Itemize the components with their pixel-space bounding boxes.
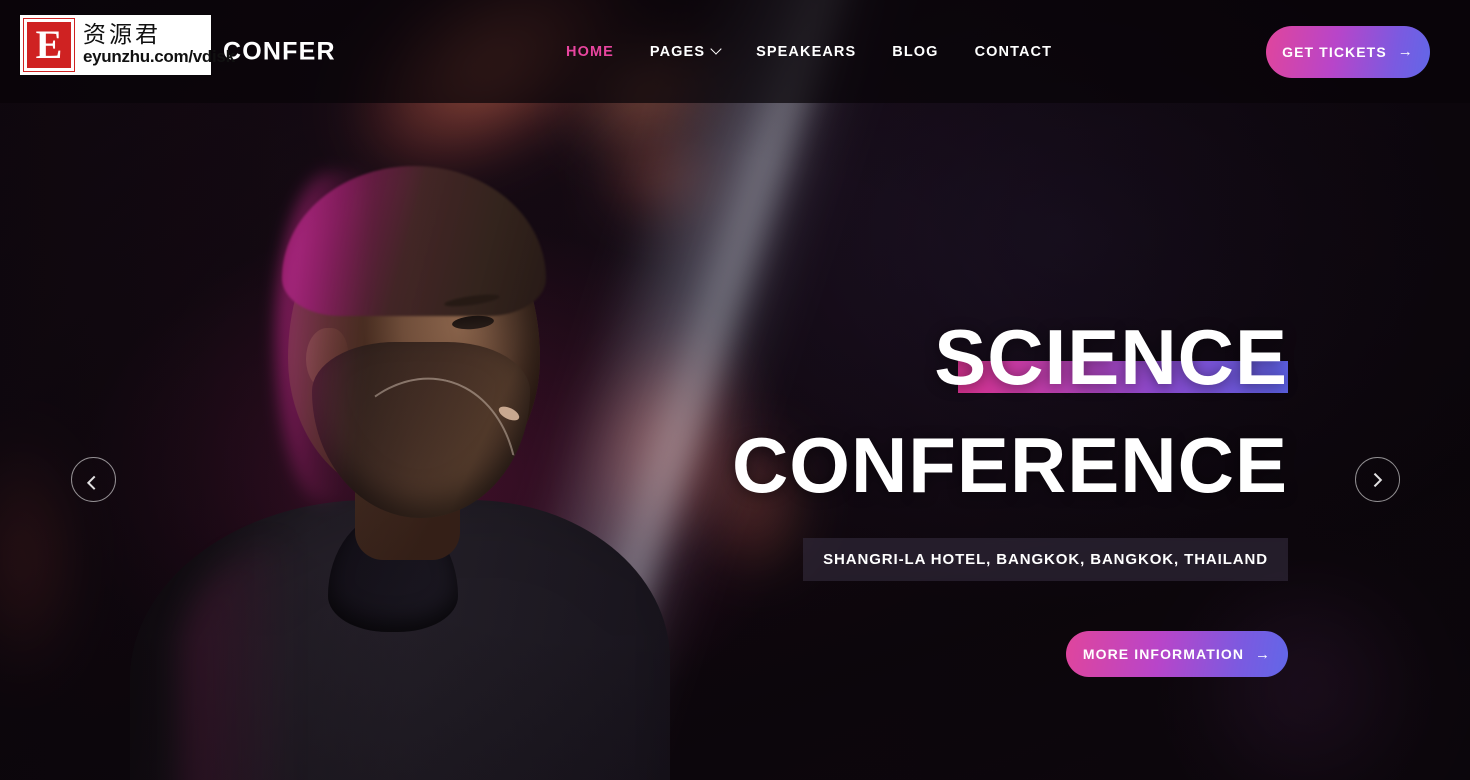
more-information-label: MORE INFORMATION — [1082, 646, 1245, 662]
arrow-right-icon: → — [1397, 43, 1414, 60]
carousel-prev-button[interactable] — [71, 457, 116, 502]
nav-item-speakears[interactable]: SPEAKEARS — [738, 36, 874, 68]
watermark-chinese-text: 资源君 — [83, 22, 161, 49]
watermark-url: eyunzhu.com/vdisk — [83, 47, 235, 67]
nav-item-label: CONTACT — [974, 43, 1053, 60]
nav-item-label: SPEAKEARS — [756, 43, 857, 60]
nav-item-pages[interactable]: PAGES — [632, 36, 738, 68]
page-root: CONFER HOME PAGES SPEAKEARS BLOG CONTACT… — [0, 0, 1470, 780]
chevron-down-icon — [710, 42, 722, 55]
chevron-left-icon — [86, 475, 101, 490]
nav-item-label: PAGES — [649, 43, 706, 60]
nav-item-blog[interactable]: BLOG — [874, 36, 956, 68]
more-information-button[interactable]: MORE INFORMATION → — [1066, 631, 1288, 677]
watermark-overlay: E 资源君 eyunzhu.com/vdisk — [20, 15, 235, 75]
get-tickets-button[interactable]: GET TICKETS → — [1266, 25, 1430, 78]
nav-item-label: BLOG — [892, 43, 939, 60]
chevron-right-icon — [1367, 472, 1382, 487]
get-tickets-label: GET TICKETS — [1282, 43, 1387, 60]
arrow-right-icon: → — [1255, 645, 1272, 663]
carousel-next-button[interactable] — [1355, 457, 1400, 502]
nav-item-contact[interactable]: CONTACT — [957, 36, 1071, 68]
nav-item-home[interactable]: HOME — [548, 36, 632, 68]
watermark-logo-icon: E — [23, 18, 75, 72]
main-navigation: HOME PAGES SPEAKEARS BLOG CONTACT — [548, 36, 1070, 68]
watermark-text-block: 资源君 eyunzhu.com/vdisk — [74, 23, 235, 67]
watermark-logo-letter: E — [35, 22, 63, 67]
nav-item-label: HOME — [566, 43, 614, 60]
